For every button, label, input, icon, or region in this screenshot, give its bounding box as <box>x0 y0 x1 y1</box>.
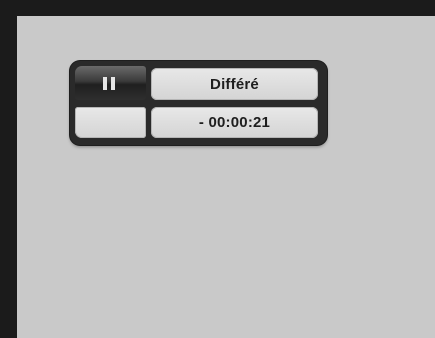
pause-icon <box>103 77 116 90</box>
time-offset-label: - 00:00:21 <box>198 114 271 131</box>
playback-mode-label: Différé <box>210 75 259 93</box>
timeshift-osd-panel: Différé - 00:00:21 <box>70 61 327 145</box>
empty-status-cell <box>75 107 146 138</box>
playback-mode-field: Différé <box>151 68 318 100</box>
tv-frame: Différé - 00:00:21 <box>0 0 435 338</box>
pause-button[interactable] <box>75 66 146 100</box>
time-offset-field: - 00:00:21 <box>151 107 318 138</box>
